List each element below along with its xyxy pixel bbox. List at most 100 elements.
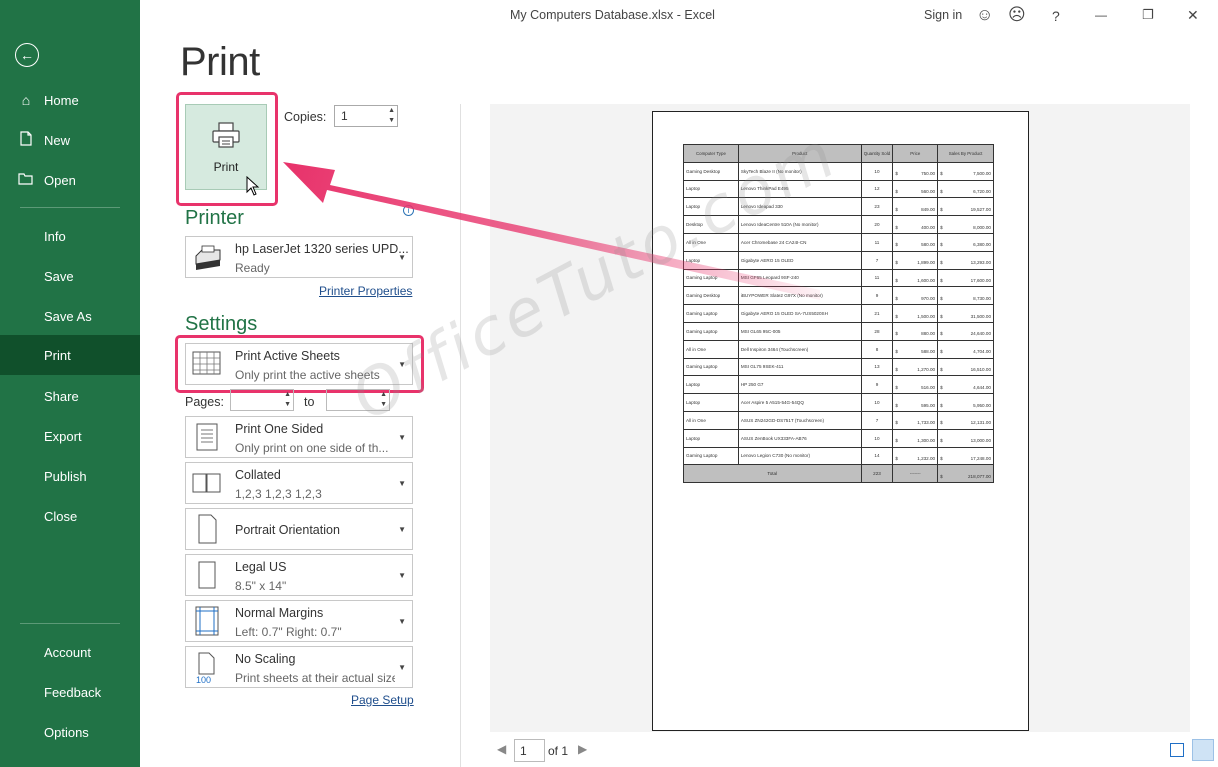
- nav-item-open[interactable]: Open: [0, 160, 140, 200]
- nav-item-info[interactable]: Info: [0, 216, 140, 256]
- amount: 5,950.00: [973, 402, 991, 408]
- nav-item-label: Account: [44, 644, 91, 660]
- show-margins-icon[interactable]: [1170, 743, 1184, 757]
- scaling-dropdown[interactable]: 100 No Scaling Print sheets at their act…: [185, 646, 413, 688]
- table-row: Gaming Laptop MSI GL65 95C-005 28 $880.00 $2…: [683, 321, 994, 341]
- previous-page-icon[interactable]: ◀: [497, 742, 506, 756]
- chevron-down-icon: ▼: [398, 479, 406, 488]
- table-cell: 10: [860, 161, 894, 181]
- table-cell: $560.00: [892, 179, 939, 199]
- paper-size-dropdown[interactable]: Legal US 8.5" x 14" ▼: [185, 554, 413, 596]
- table-cell: $1,733.00: [892, 410, 939, 430]
- table-cell: Gaming Laptop: [683, 357, 739, 377]
- nav-divider: [20, 207, 120, 208]
- currency-symbol: $: [895, 402, 898, 408]
- copies-label: Copies:: [284, 110, 327, 124]
- page-setup-link[interactable]: Page Setup: [351, 693, 414, 707]
- column-header: Sales By Product: [937, 144, 994, 163]
- table-row: Laptop HP 250 G7 9 $516.00 $4,644.00: [683, 375, 994, 395]
- nav-item-save-as[interactable]: Save As: [0, 296, 140, 336]
- scaling-icon: 100: [192, 652, 222, 685]
- help-icon[interactable]: ?: [1052, 8, 1060, 24]
- amount: 6,380.00: [973, 242, 991, 248]
- nav-item-feedback[interactable]: Feedback: [0, 672, 140, 712]
- table-cell: $8,000.00: [937, 215, 994, 234]
- amount: 4,644.00: [973, 384, 991, 390]
- nav-item-home[interactable]: ⌂ Home: [0, 80, 140, 120]
- table-cell: $6,720.00: [937, 179, 994, 199]
- frown-feedback-icon[interactable]: ☹: [1008, 5, 1026, 25]
- amount: 17,248.00: [970, 455, 991, 461]
- backstage-nav: ← ⌂ Home New Open Info Save Save As Prin…: [0, 0, 140, 767]
- table-cell: Gaming Desktop: [683, 286, 739, 306]
- currency-symbol: $: [895, 420, 898, 426]
- table-cell: $19,527.00: [937, 197, 994, 217]
- currency-symbol: $: [940, 455, 943, 461]
- table-cell: iBUYPOWER Slate2 G97X (No monitor): [737, 286, 862, 306]
- spin-up-icon[interactable]: ▲: [388, 107, 395, 114]
- pages-to-stepper[interactable]: ▲ ▼: [326, 389, 390, 411]
- minimize-icon[interactable]: —: [1095, 8, 1107, 22]
- nav-item-print[interactable]: Print: [0, 335, 140, 375]
- table-cell: $580.00: [892, 232, 939, 252]
- table-row: Laptop Lenovo ThinkPad E495 12 $560.00 $6,72…: [683, 179, 994, 199]
- smile-feedback-icon[interactable]: ☺: [976, 5, 993, 25]
- table-row: Gaming Laptop MSI GL75 9SEK-411 13 $1,270.0…: [683, 357, 994, 377]
- amount: 400.00: [921, 224, 936, 230]
- copies-stepper[interactable]: 1 ▲ ▼: [334, 105, 398, 127]
- nav-item-label: Publish: [44, 468, 87, 484]
- nav-item-label: Print: [44, 347, 71, 363]
- printer-dropdown[interactable]: hp LaserJet 1320 series UPD... Ready ▼: [185, 236, 413, 278]
- page-number-input[interactable]: 1: [514, 739, 545, 762]
- next-page-icon[interactable]: ▶: [578, 742, 587, 756]
- currency-symbol: $: [940, 242, 943, 248]
- spin-up-icon[interactable]: ▲: [284, 391, 291, 398]
- spin-down-icon[interactable]: ▼: [284, 401, 291, 408]
- nav-item-new[interactable]: New: [0, 120, 140, 160]
- sides-dropdown[interactable]: Print One Sided Only print on one side o…: [185, 416, 413, 458]
- spin-down-icon[interactable]: ▼: [380, 401, 387, 408]
- close-icon[interactable]: ✕: [1187, 7, 1199, 24]
- pages-from-stepper[interactable]: ▲ ▼: [230, 389, 294, 411]
- nav-item-export[interactable]: Export: [0, 416, 140, 456]
- nav-item-save[interactable]: Save: [0, 256, 140, 296]
- table-cell: $1,270.00: [892, 357, 939, 377]
- currency-symbol: $: [940, 295, 943, 301]
- table-cell: 8: [860, 339, 894, 359]
- zoom-to-page-icon[interactable]: [1192, 739, 1214, 761]
- nav-item-options[interactable]: Options: [0, 712, 140, 752]
- amount: 1,600.00: [917, 277, 936, 283]
- currency-symbol: $: [895, 366, 898, 372]
- table-cell: $849.00: [892, 197, 939, 217]
- margins-dropdown[interactable]: Normal Margins Left: 0.7" Right: 0.7" ▼: [185, 600, 413, 642]
- currency-symbol: $: [940, 206, 943, 212]
- currency-symbol: $: [940, 384, 943, 390]
- restore-icon[interactable]: ❐: [1142, 7, 1154, 23]
- nav-item-account[interactable]: Account: [0, 632, 140, 672]
- setting-title: Print One Sided: [235, 422, 324, 436]
- printer-properties-link[interactable]: Printer Properties: [319, 284, 412, 298]
- print-what-dropdown[interactable]: Print Active Sheets Only print the activ…: [185, 343, 413, 385]
- table-cell: MSI GL65 95C-005: [737, 321, 862, 341]
- home-icon: ⌂: [21, 92, 31, 108]
- nav-item-close[interactable]: Close: [0, 496, 140, 536]
- currency-symbol: $: [940, 438, 943, 444]
- nav-item-publish[interactable]: Publish: [0, 456, 140, 496]
- amount: 1,899.00: [917, 260, 936, 266]
- amount: 595.00: [921, 402, 936, 408]
- table-cell: $588.00: [892, 339, 939, 359]
- info-icon[interactable]: i: [403, 205, 414, 216]
- nav-item-share[interactable]: Share: [0, 376, 140, 416]
- table-cell: 7: [860, 250, 894, 270]
- collation-dropdown[interactable]: Collated 1,2,3 1,2,3 1,2,3 ▼: [185, 462, 413, 504]
- orientation-dropdown[interactable]: Portrait Orientation ▼: [185, 508, 413, 550]
- nav-item-label: Open: [44, 172, 76, 188]
- sign-in-link[interactable]: Sign in: [924, 8, 962, 22]
- table-cell: Laptop: [683, 197, 739, 217]
- spin-down-icon[interactable]: ▼: [388, 117, 395, 124]
- spin-up-icon[interactable]: ▲: [380, 391, 387, 398]
- amount: 580.00: [921, 242, 936, 248]
- setting-subtitle: Only print on one side of th...: [235, 441, 389, 455]
- back-arrow-icon[interactable]: ←: [15, 43, 39, 67]
- portrait-page-icon: [192, 514, 222, 544]
